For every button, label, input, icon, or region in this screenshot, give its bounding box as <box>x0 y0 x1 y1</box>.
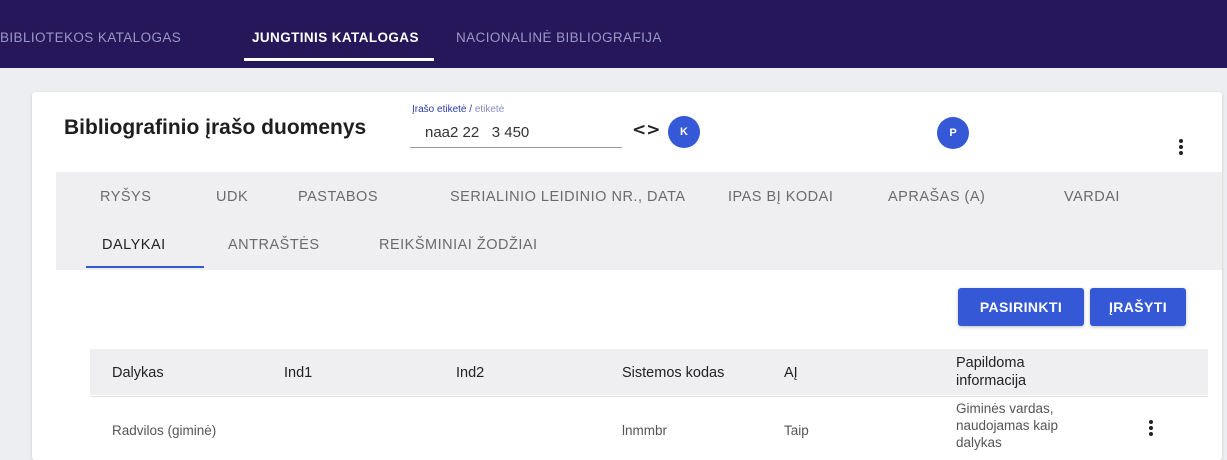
cell-subject: Radvilos (giminė) <box>112 423 217 438</box>
tab-pastabos[interactable]: PASTABOS <box>298 189 378 205</box>
column-header-subject[interactable]: Dalykas <box>112 365 164 381</box>
nav-tab-library-catalog[interactable]: BIBLIOTEKOS KATALOGAS <box>0 30 181 45</box>
tab-serialinio-leidinio[interactable]: SERIALINIO LEIDINIO NR., DATA <box>450 189 686 205</box>
tab-ipas-bj-kodai[interactable]: IPAS BĮ KODAI <box>728 189 833 205</box>
tab-aprasas-a[interactable]: APRAŠAS (A) <box>888 189 985 205</box>
column-header-ind1[interactable]: Ind1 <box>284 365 312 381</box>
tab-rysys[interactable]: RYŠYS <box>100 189 151 205</box>
active-section-tab-indicator <box>86 266 204 268</box>
table-header: Dalykas Ind1 Ind2 Sistemos kodas AĮ Papi… <box>90 349 1208 395</box>
tab-dalykai[interactable]: DALYKAI <box>102 237 166 253</box>
tab-udk[interactable]: UDK <box>216 189 248 205</box>
table-row[interactable]: Radvilos (giminė) lnmmbr Taip Giminės va… <box>90 396 1208 460</box>
record-label-input[interactable]: naa2 22 3 450 <box>410 118 622 148</box>
cell-extra-line3: dalykas <box>956 435 1002 450</box>
avatar-k[interactable]: K <box>668 116 700 148</box>
cell-extra-line2: naudojamas kaip <box>956 418 1059 433</box>
column-header-aj[interactable]: AĮ <box>784 365 798 381</box>
nav-tab-national-bibliography[interactable]: NACIONALINĖ BIBLIOGRAFIJA <box>456 30 662 45</box>
page-title: Bibliografinio įrašo duomenys <box>64 116 367 139</box>
active-tab-indicator <box>244 58 434 61</box>
cell-aj: Taip <box>784 423 809 438</box>
avatar-p[interactable]: P <box>937 117 969 149</box>
select-button[interactable]: PASIRINKTI <box>958 288 1084 326</box>
top-navigation: BIBLIOTEKOS KATALOGAS JUNGTINIS KATALOGA… <box>0 0 1227 68</box>
record-label-caption-sub: etiketė <box>474 104 505 115</box>
column-header-ind2[interactable]: Ind2 <box>456 365 484 381</box>
record-label-caption: Įrašo etiketė / etiketė <box>412 104 504 115</box>
section-tabs: RYŠYS UDK PASTABOS SERIALINIO LEIDINIO N… <box>56 172 1222 270</box>
row-more-options-icon[interactable] <box>1142 417 1160 439</box>
record-label-caption-main: Įrašo etiketė / <box>412 104 475 115</box>
nav-tab-union-catalog[interactable]: JUNGTINIS KATALOGAS <box>252 30 419 45</box>
tab-antrastes[interactable]: ANTRAŠTĖS <box>228 237 320 253</box>
save-button[interactable]: ĮRAŠYTI <box>1090 288 1186 326</box>
cell-system-code: lnmmbr <box>622 423 668 438</box>
record-card: Bibliografinio įrašo duomenys Įrašo etik… <box>32 92 1222 460</box>
code-icon[interactable]: <> <box>632 120 661 142</box>
more-options-icon[interactable] <box>1172 136 1190 158</box>
column-header-extra-line1[interactable]: Papildoma <box>956 355 1025 371</box>
tab-reiksminiai-zodziai[interactable]: REIKŠMINIAI ŽODŽIAI <box>379 237 538 253</box>
column-header-extra-line2[interactable]: informacija <box>956 373 1026 389</box>
column-header-system-code[interactable]: Sistemos kodas <box>622 365 724 381</box>
tab-vardai[interactable]: VARDAI <box>1064 189 1120 205</box>
cell-extra-line1: Giminės vardas, <box>956 401 1054 416</box>
